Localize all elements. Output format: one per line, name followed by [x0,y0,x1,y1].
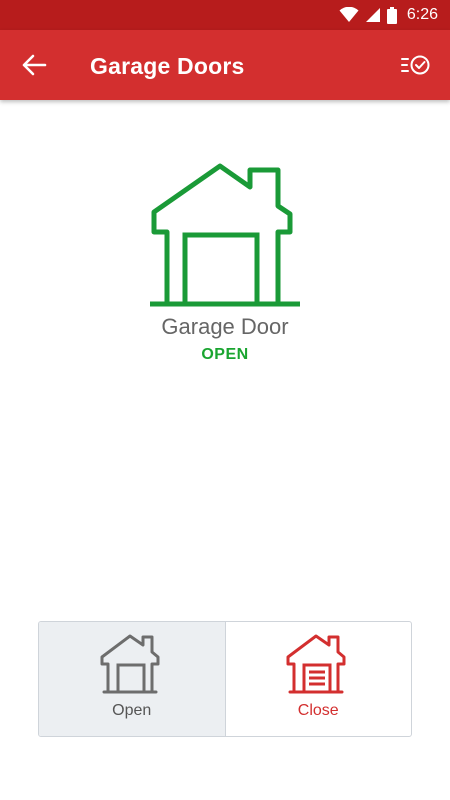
close-button[interactable]: Close [226,622,412,736]
status-bar: 6:26 [0,0,450,30]
garage-open-icon [100,634,160,694]
door-controls: Open Close [38,621,412,737]
garage-house-icon [150,163,300,307]
device-name: Garage Door [161,314,289,339]
page-title: Garage Doors [90,53,245,79]
signal-icon [365,8,380,22]
app-bar: Garage Doors [0,30,450,100]
open-label: Open [112,702,152,719]
device-panel: Garage Door OPEN [0,160,450,364]
arrow-back-icon [22,54,47,76]
close-label: Close [297,702,339,719]
back-button[interactable] [14,47,54,83]
history-button[interactable] [398,47,434,83]
device-status: OPEN [201,346,249,363]
status-time: 6:26 [406,6,438,23]
history-check-icon [401,55,430,75]
battery-icon [386,6,397,24]
wifi-icon [339,7,359,22]
garage-closed-icon [286,634,346,694]
status-icons: 6:26 [339,5,438,25]
open-button[interactable]: Open [39,622,226,736]
